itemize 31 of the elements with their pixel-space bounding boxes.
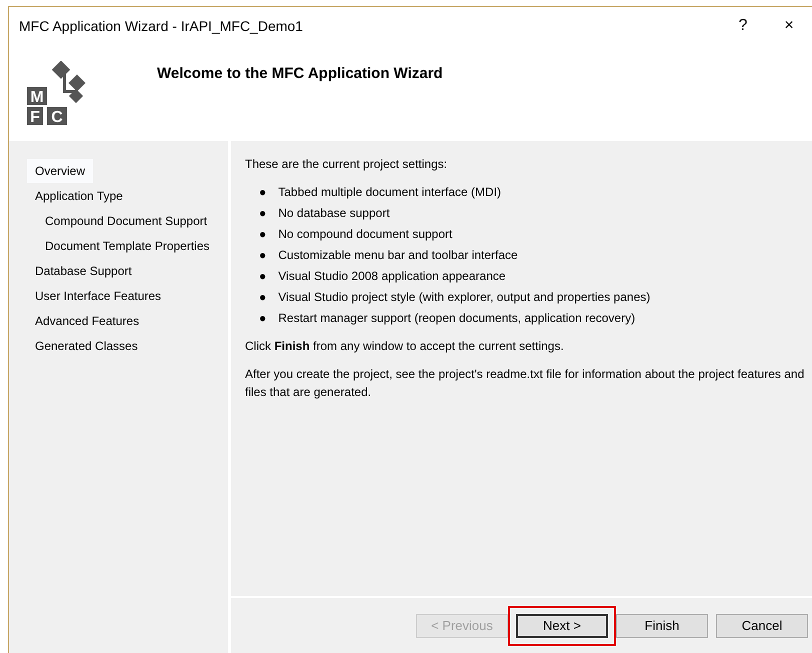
setting-item: Customizable menu bar and toolbar interface: [278, 247, 518, 264]
sidebar-item[interactable]: User Interface Features: [27, 284, 170, 308]
help-button[interactable]: ?: [720, 14, 766, 38]
sidebar-item[interactable]: Advanced Features: [27, 309, 148, 333]
setting-item: Restart manager support (reopen documents, application recovery): [278, 310, 636, 327]
sidebar-item[interactable]: Application Type: [27, 184, 131, 208]
wizard-button[interactable]: Finish: [616, 614, 708, 638]
bullet-icon: ●: [259, 288, 266, 306]
setting-item: Visual Studio 2008 application appearance: [278, 268, 506, 285]
bullet-icon: ●: [259, 183, 266, 201]
wizard-button[interactable]: Cancel: [716, 614, 808, 638]
finish-note: Click Finish from any window to accept the current settings.: [245, 338, 565, 355]
bullet-icon: ●: [259, 225, 266, 243]
close-button[interactable]: ×: [766, 14, 812, 38]
page-title: Welcome to the MFC Application Wizard: [157, 64, 443, 84]
window-title: MFC Application Wizard - IrAPI_MFC_Demo1: [19, 16, 304, 36]
setting-item: No compound document support: [278, 226, 452, 243]
intro-text: These are the current project settings:: [245, 156, 448, 173]
sidebar-item[interactable]: Database Support: [27, 259, 140, 283]
setting-item: Tabbed multiple document interface (MDI): [278, 184, 502, 201]
bullet-icon: ●: [259, 309, 266, 327]
sidebar-item[interactable]: Compound Document Support: [37, 209, 216, 233]
bullet-icon: ●: [259, 246, 266, 264]
sidebar-item[interactable]: Document Template Properties: [37, 234, 218, 258]
bullet-icon: ●: [259, 204, 266, 222]
sidebar-item[interactable]: Generated Classes: [27, 334, 146, 358]
sidebar-item[interactable]: Overview: [27, 159, 94, 183]
setting-item: No database support: [278, 205, 390, 222]
readme-note: After you create the project, see the project's readme.txt file for information about the project features and files that are generated.: [245, 366, 806, 401]
bullet-icon: ●: [259, 267, 266, 285]
setting-item: Visual Studio project style (with explorer, output and properties panes): [278, 289, 650, 306]
